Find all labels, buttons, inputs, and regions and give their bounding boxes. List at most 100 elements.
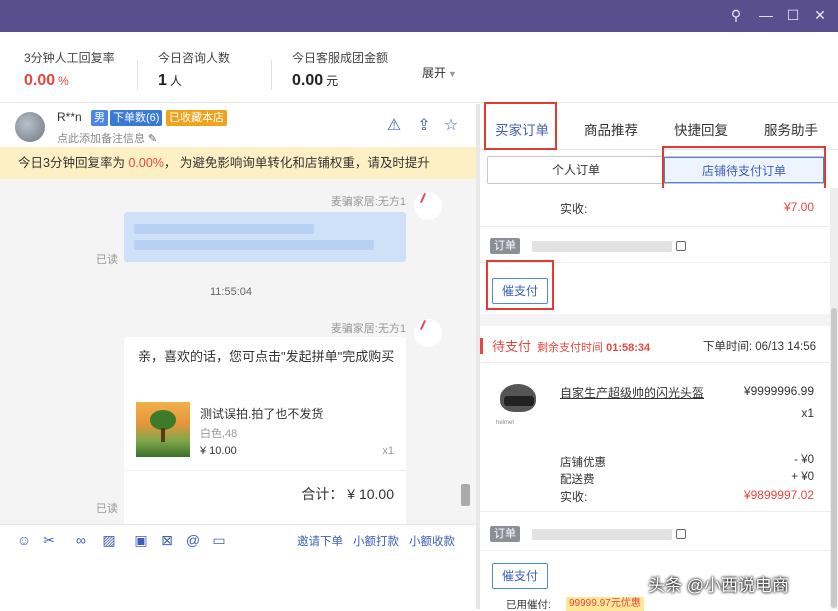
reply-rate-notice: 今日3分钟回复率为 0.00%， 为避免影响询单转化和店铺权重，请及时提升 (0, 147, 476, 179)
order-pane: 买家订单 商品推荐 快捷回复 服务助手 个人订单 店铺待支付订单 实收: ¥7.… (480, 102, 838, 609)
minimize-icon[interactable]: — (757, 6, 775, 24)
order-time: 下单时间: 06/13 14:56 (702, 341, 816, 353)
copy-icon[interactable] (676, 241, 686, 251)
small-pay-link[interactable]: 小额打款 (353, 533, 399, 549)
expand-button[interactable]: 展开 ▼ (422, 64, 457, 81)
notice-pct: 0.00% (128, 156, 164, 170)
edit-icon: ✎ (148, 133, 158, 145)
notice-suffix: ， 为避免影响询单转化和店铺权重，请及时提升 (163, 156, 430, 170)
maximize-icon[interactable]: ☐ (784, 6, 802, 24)
card-message: 亲，喜欢的话，您可点击"发起拼单"完成购买 (138, 349, 395, 364)
status-text: 待支付 (492, 339, 532, 354)
product-name[interactable]: 自家生产超级帅的闪光头盔 (560, 384, 704, 401)
order-scrollbar[interactable] (830, 188, 838, 609)
status-marker (480, 338, 483, 354)
divider (480, 511, 830, 512)
order-number-blurred (532, 529, 672, 540)
warning-icon[interactable]: ⚠ (384, 116, 404, 136)
coupon-icon[interactable]: ⊠ (158, 531, 176, 549)
order-card: 待支付 剩余支付时间 01:58:34 下单时间: 06/13 14:56 hel… (480, 326, 830, 609)
paid-label: 实收: (560, 490, 588, 504)
copy-icon[interactable] (676, 529, 686, 539)
shop-discount-label: 店铺优惠 (560, 457, 606, 469)
remark-text: 点此添加备注信息 (57, 133, 145, 145)
chevron-down-icon: ▼ (448, 69, 457, 79)
order-tag: 订单 (490, 526, 520, 542)
orders-count-tag[interactable]: 下单数(6) (110, 110, 163, 126)
consult-count-unit: 人 (169, 74, 182, 88)
window-titlebar: ⚲ — ☐ ✕ (0, 0, 838, 32)
expand-label: 展开 (422, 66, 447, 80)
sender-name: 麦骗家居:无方1 (330, 196, 406, 208)
reply-rate-unit: % (58, 74, 69, 88)
group-amount-unit: 元 (326, 74, 339, 88)
at-icon[interactable]: @ (184, 531, 202, 549)
divider (271, 60, 272, 90)
chat-scrollbar[interactable] (461, 484, 470, 506)
product-qty: x1 (382, 445, 394, 457)
paid-value: ¥9899997.02 (743, 488, 814, 502)
product-image: helmet (492, 382, 544, 430)
order-list[interactable]: 实收: ¥7.00 订单 催支付 待支付 剩余支付时间 01:58:34 下单时间… (480, 188, 830, 609)
countdown-value: 01:58:34 (606, 342, 651, 354)
chat-pane: R**n 男 下单数(6) 已收藏本店 点此添加备注信息 ✎ ⚠ ⇪ ☆ 今日3分… (0, 104, 476, 609)
highlight-box (486, 260, 554, 310)
divider (480, 226, 830, 227)
order-tag: 订单 (490, 238, 520, 254)
agent-avatar (414, 192, 442, 220)
pin-icon[interactable]: ⚲ (727, 6, 745, 24)
used-remind-label: 已用催付: (506, 599, 551, 609)
card-total: 合计： ¥ 10.00 (301, 486, 394, 502)
divider (124, 470, 406, 471)
user-name: R**n (57, 110, 82, 124)
small-receive-link[interactable]: 小额收款 (409, 533, 455, 549)
group-buy-card[interactable]: 亲，喜欢的话，您可点击"发起拼单"完成购买 测试误拍.拍了也不发货 白色,48 … (124, 337, 406, 524)
product-name: 测试误拍.拍了也不发货 (200, 407, 324, 421)
product-spec: 白色,48 (200, 428, 238, 440)
message-input[interactable] (0, 554, 476, 609)
paid-value: ¥7.00 (783, 200, 814, 214)
consult-count-label: 今日咨询人数 (158, 51, 231, 65)
share-icon[interactable]: ⇪ (414, 116, 434, 136)
chat-messages[interactable]: 麦骗家居:无方1 已读 11:55:04 麦骗家居:无方1 亲，喜欢的话，您可点… (0, 179, 476, 524)
product-price: ¥9999996.99 (743, 384, 814, 398)
tab-quick-reply[interactable]: 快捷回复 (674, 119, 728, 139)
tab-personal-orders[interactable]: 个人订单 (488, 157, 664, 183)
divider (480, 550, 830, 551)
read-status: 已读 (96, 503, 118, 515)
message-time: 11:55:04 (209, 286, 252, 298)
highlight-box (662, 146, 826, 194)
shop-discount-value: - ¥0 (794, 454, 814, 466)
highlight-box (484, 102, 557, 150)
favorited-tag: 已收藏本店 (166, 110, 227, 126)
read-status: 已读 (96, 254, 118, 266)
paid-label: 实收: (560, 202, 588, 216)
group-amount-label: 今日客服成团金额 (292, 51, 389, 65)
video-icon[interactable]: ▣ (132, 531, 150, 549)
folder-icon[interactable]: ▭ (210, 531, 228, 549)
order-status: 待支付 剩余支付时间 01:58:34 (492, 336, 650, 355)
star-icon[interactable]: ☆ (441, 116, 461, 136)
message-bubble-blurred (124, 212, 406, 262)
divider (137, 60, 138, 90)
remind-pay-button[interactable]: 催支付 (492, 563, 549, 589)
stats-bar: 3分钟人工回复率 0.00% 今日咨询人数 1人 今日客服成团金额 0.00 元 … (0, 32, 838, 103)
image-icon[interactable]: ▨ (100, 531, 118, 549)
countdown-label: 剩余支付时间 (537, 342, 604, 354)
avatar[interactable] (15, 112, 45, 142)
divider (480, 362, 830, 363)
link-icon[interactable]: ∞ (72, 531, 90, 549)
tab-service-assistant[interactable]: 服务助手 (764, 119, 818, 139)
user-info-bar: R**n 男 下单数(6) 已收藏本店 点此添加备注信息 ✎ ⚠ ⇪ ☆ (0, 104, 476, 147)
invite-order-link[interactable]: 邀请下单 (297, 533, 343, 549)
product-qty: x1 (801, 406, 814, 420)
close-icon[interactable]: ✕ (811, 6, 829, 24)
reply-rate-label: 3分钟人工回复率 (24, 51, 115, 65)
tab-product-recommend[interactable]: 商品推荐 (584, 119, 638, 139)
product-price: ¥ 10.00 (200, 445, 237, 457)
emoji-icon[interactable]: ☺ (15, 531, 33, 549)
shipping-value: + ¥0 (791, 471, 814, 483)
remark-link[interactable]: 点此添加备注信息 ✎ (57, 130, 157, 146)
scissors-icon[interactable]: ✂ (40, 531, 58, 549)
product-image (136, 402, 190, 457)
